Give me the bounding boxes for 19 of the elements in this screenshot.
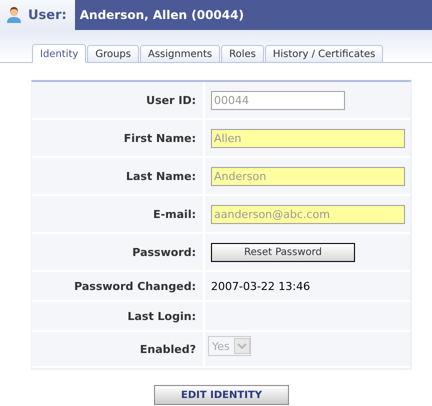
tab[interactable]: History / Certificates xyxy=(264,45,384,62)
field-label: Password: xyxy=(132,246,196,258)
field-value: 2007-03-22 13:46 xyxy=(211,280,310,292)
tab[interactable]: Identity xyxy=(32,44,86,63)
field-label: Enabled? xyxy=(140,342,196,356)
field-label: Last Login: xyxy=(127,310,196,322)
user-icon xyxy=(6,6,22,24)
field-label: Password Changed: xyxy=(74,280,196,292)
field-label: User ID: xyxy=(146,94,196,106)
tab[interactable]: Assignments xyxy=(140,45,220,62)
edit-identity-button[interactable]: EDIT IDENTITY xyxy=(154,385,289,405)
reset-password-button[interactable]: Reset Password xyxy=(211,242,355,262)
header-label: User: xyxy=(28,8,67,22)
field-label: Last Name: xyxy=(126,170,196,182)
user-title-bar: Anderson, Allen (00044) xyxy=(74,0,432,30)
tab[interactable]: Groups xyxy=(87,45,139,62)
tab[interactable]: Roles xyxy=(221,45,264,62)
field-label: E-mail: xyxy=(153,208,196,220)
field-label: First Name: xyxy=(124,132,196,144)
